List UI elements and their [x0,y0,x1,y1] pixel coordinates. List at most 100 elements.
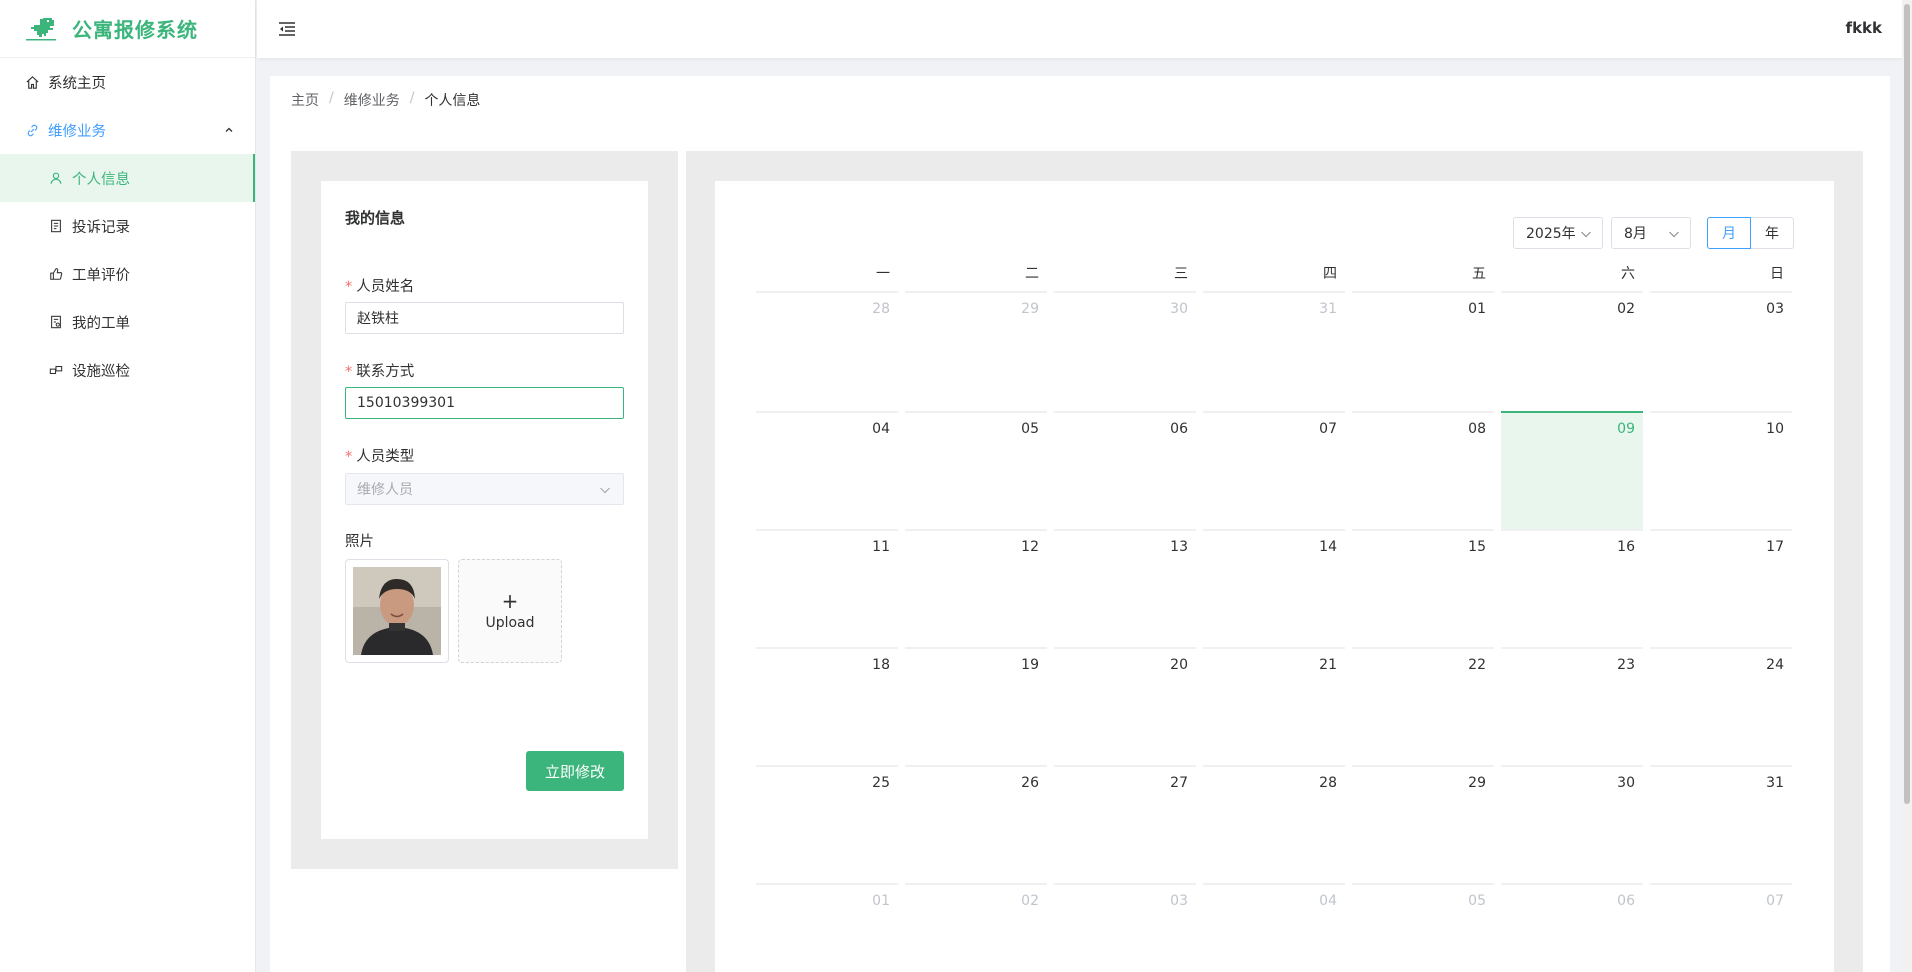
photo-thumbnail[interactable] [345,559,449,663]
type-select[interactable]: 维修人员 [345,473,624,505]
sidebar-group-maintenance[interactable]: 维修业务 [0,106,255,154]
calendar-day[interactable]: 05 [905,411,1047,529]
calendar-day[interactable]: 04 [756,411,898,529]
month-mode-button[interactable]: 月 [1707,217,1751,249]
calendar-day[interactable]: 18 [756,647,898,765]
calendar-day[interactable]: 23 [1501,647,1643,765]
calendar-day[interactable]: 06 [1054,411,1196,529]
weekday-label: 一 [756,263,898,293]
calendar-day[interactable]: 03 [1650,293,1792,411]
calendar-day[interactable]: 11 [756,529,898,647]
phone-input[interactable] [345,387,624,419]
month-select-value: 8月 [1624,226,1647,242]
sidebar-item-home[interactable]: 系统主页 [0,58,255,106]
calendar-day[interactable]: 30 [1054,293,1196,411]
calendar-day[interactable]: 07 [1203,411,1345,529]
sidebar-item-label: 我的工单 [72,315,130,332]
required-mark: * [345,449,353,465]
calendar-day[interactable]: 20 [1054,647,1196,765]
calendar-day[interactable]: 04 [1203,883,1345,972]
submit-button[interactable]: 立即修改 [526,751,624,791]
chevron-down-icon [1581,231,1591,238]
calendar-day[interactable]: 24 [1650,647,1792,765]
sidebar-item-label: 系统主页 [48,75,106,92]
user-menu[interactable]: fkkk [1846,19,1882,37]
sidebar-item-profile[interactable]: 个人信息 [0,154,255,202]
required-mark: * [345,279,353,295]
calendar-card: 2025年 8月 月 年 一 二 三 四 五 六 日 28 29 30 31 0… [715,181,1834,972]
name-input[interactable] [345,302,624,334]
sidebar-item-inspection[interactable]: 设施巡检 [0,346,255,394]
type-select-value: 维修人员 [357,482,413,498]
sidebar-item-label: 工单评价 [72,267,130,284]
calendar-day[interactable]: 07 [1650,883,1792,972]
card-title: 我的信息 [345,209,406,227]
calendar-week-row: 28 29 30 31 01 02 03 [756,293,1794,411]
calendar-week-row: 25 26 27 28 29 30 31 [756,765,1794,883]
year-select[interactable]: 2025年 [1513,217,1603,249]
avatar [353,567,441,655]
calendar-day[interactable]: 28 [1203,765,1345,883]
calendar-day[interactable]: 19 [905,647,1047,765]
weekday-header: 一 二 三 四 五 六 日 [756,263,1794,293]
calendar-day[interactable]: 15 [1352,529,1494,647]
main-content: 主页 / 维修业务 / 个人信息 我的信息 *人员姓名 *联系方式 *人员类型 … [270,76,1890,972]
calendar-day[interactable]: 05 [1352,883,1494,972]
calendar-day[interactable]: 02 [1501,293,1643,411]
view-mode-toggle: 月 年 [1707,217,1794,249]
calendar-day[interactable]: 01 [756,883,898,972]
sidebar-item-my-tickets[interactable]: 我的工单 [0,298,255,346]
calendar-day[interactable]: 29 [1352,765,1494,883]
calendar-day[interactable]: 08 [1352,411,1494,529]
logo: 公寓报修系统 [0,0,255,58]
menu-fold-icon[interactable] [277,19,297,39]
weekday-label: 五 [1352,263,1494,293]
sidebar: 公寓报修系统 系统主页 维修业务 个人信息 投诉记录 工单评价 我的工单 设施巡… [0,0,256,972]
calendar-day[interactable]: 29 [905,293,1047,411]
phone-label: * 联系方式 [345,364,415,380]
sidebar-item-label: 投诉记录 [72,219,130,236]
breadcrumb-separator: / [329,90,334,106]
calendar-day[interactable]: 01 [1352,293,1494,411]
calendar-day[interactable]: 21 [1203,647,1345,765]
calendar-day[interactable]: 10 [1650,411,1792,529]
calendar-day[interactable]: 17 [1650,529,1792,647]
calendar-day[interactable]: 28 [756,293,898,411]
breadcrumb-section: 维修业务 [343,93,400,109]
calendar-day[interactable]: 30 [1501,765,1643,883]
calendar-day[interactable]: 02 [905,883,1047,972]
top-header: fkkk [257,0,1902,58]
calendar-day[interactable]: 13 [1054,529,1196,647]
calendar-day[interactable]: 06 [1501,883,1643,972]
sidebar-item-complaints[interactable]: 投诉记录 [0,202,255,250]
sidebar-group-label: 维修业务 [48,123,106,140]
scrollbar-thumb[interactable] [1904,4,1910,804]
calendar-body: 28 29 30 31 01 02 03 04 05 06 07 08 09 10 11 12 13 14 15 16… [756,293,1794,972]
app-title: 公寓报修系统 [72,18,198,42]
calendar-day[interactable]: 26 [905,765,1047,883]
upload-button[interactable]: + Upload [458,559,562,663]
weekday-label: 三 [1054,263,1196,293]
calendar-day[interactable]: 12 [905,529,1047,647]
calendar-day-today[interactable]: 09 [1501,411,1643,529]
weekday-label: 日 [1650,263,1792,293]
calendar-week-row: 04 05 06 07 08 09 10 [756,411,1794,529]
calendar-day[interactable]: 22 [1352,647,1494,765]
calendar-day[interactable]: 14 [1203,529,1345,647]
inspect-icon [48,362,64,378]
calendar-day[interactable]: 25 [756,765,898,883]
breadcrumb-home[interactable]: 主页 [291,90,319,110]
calendar-day[interactable]: 27 [1054,765,1196,883]
calendar-day[interactable]: 31 [1650,765,1792,883]
year-mode-button[interactable]: 年 [1751,217,1794,249]
chevron-up-icon [225,127,233,132]
vertical-scrollbar[interactable] [1902,0,1912,972]
calendar-day[interactable]: 16 [1501,529,1643,647]
month-select[interactable]: 8月 [1611,217,1691,249]
year-select-value: 2025年 [1526,226,1576,242]
calendar-day[interactable]: 31 [1203,293,1345,411]
sidebar-item-reviews[interactable]: 工单评价 [0,250,255,298]
calendar-week-row: 11 12 13 14 15 16 17 [756,529,1794,647]
user-icon [48,170,64,186]
calendar-day[interactable]: 03 [1054,883,1196,972]
